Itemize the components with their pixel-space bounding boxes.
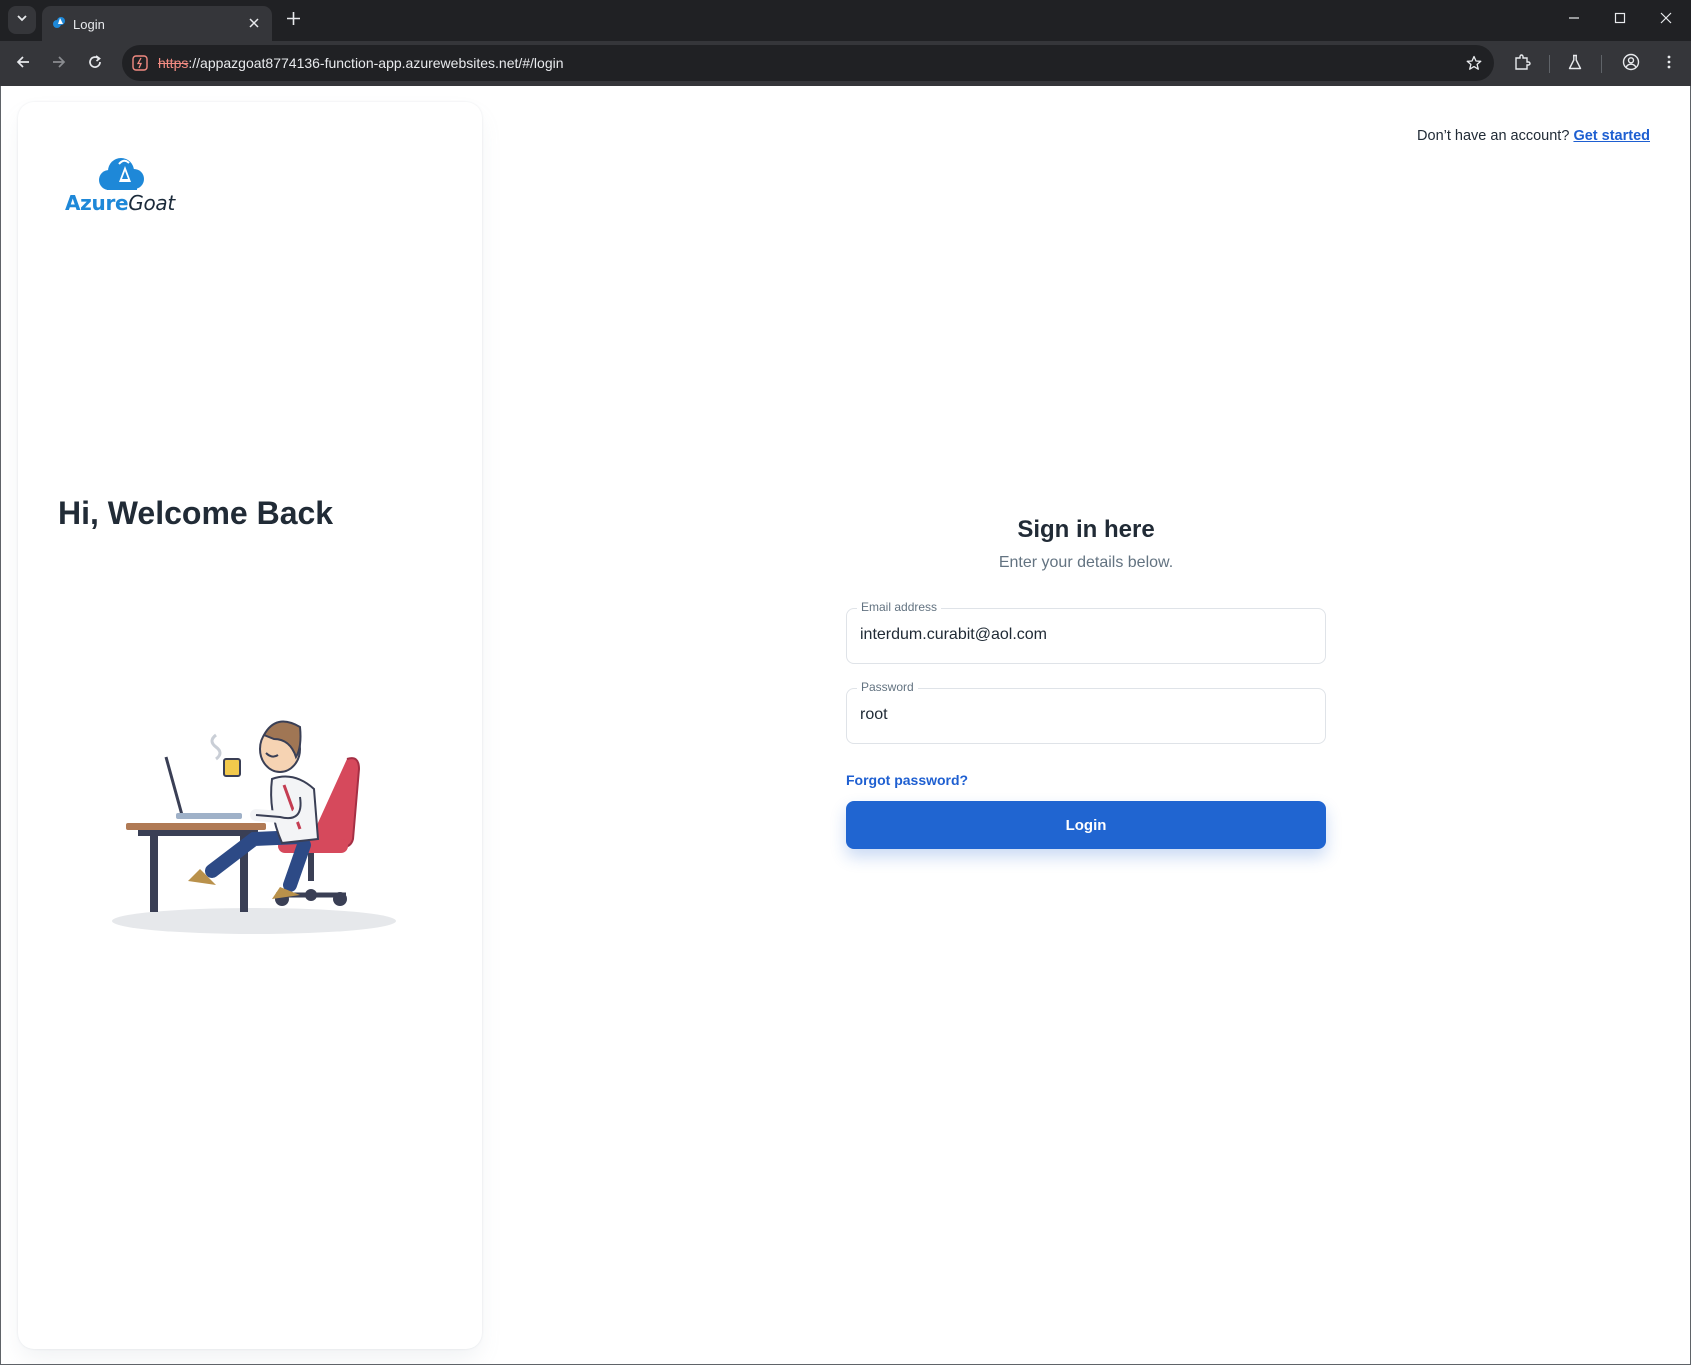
forgot-password-link[interactable]: Forgot password?	[846, 772, 968, 788]
maximize-icon	[1614, 11, 1626, 29]
browser-tab[interactable]: Login	[42, 6, 272, 41]
azuregoat-cloud-icon	[99, 158, 144, 190]
azuregoat-favicon-icon	[52, 15, 66, 34]
url-scheme: https	[158, 55, 189, 71]
toolbar-divider	[1601, 55, 1602, 73]
bookmark-star-icon[interactable]	[1464, 53, 1484, 73]
welcome-side-card: AzureGoat Hi, Welcome Back	[18, 102, 482, 1349]
logo-wordmark-goat: Goat	[128, 191, 175, 215]
close-icon	[1660, 11, 1672, 29]
browser-tab-strip: Login	[0, 0, 1691, 41]
close-window-button[interactable]	[1643, 0, 1689, 40]
extensions-button[interactable]	[1509, 51, 1535, 77]
back-button[interactable]	[9, 50, 37, 78]
tab-title: Login	[73, 17, 105, 32]
signup-prompt: Don’t have an account? Get started	[1417, 128, 1650, 144]
url-path: ://appazgoat8774136-function-app.azurewe…	[188, 55, 564, 71]
toolbar-divider	[1549, 55, 1550, 73]
url-text: https://appazgoat8774136-function-app.az…	[158, 55, 564, 71]
puzzle-icon	[1513, 53, 1531, 76]
reload-icon	[87, 54, 103, 75]
logo-wordmark-azure: Azure	[65, 191, 129, 215]
window-border-left	[0, 86, 1, 1365]
login-button[interactable]: Login	[846, 801, 1326, 849]
signup-prompt-text: Don’t have an account?	[1417, 128, 1570, 144]
labs-button[interactable]	[1562, 51, 1588, 77]
password-field-label: Password	[857, 680, 918, 694]
email-field-label: Email address	[857, 600, 942, 614]
form-subtitle: Enter your details below.	[998, 554, 1174, 571]
email-field[interactable]: Email address interdum.curabit@aol.com	[846, 600, 1326, 664]
close-tab-icon[interactable]	[244, 13, 264, 33]
forward-button[interactable]	[45, 50, 73, 78]
form-title: Sign in here	[1017, 516, 1155, 543]
password-field-value[interactable]: root	[860, 706, 888, 724]
more-vertical-icon	[1661, 54, 1677, 75]
welcome-heading: Hi, Welcome Back	[58, 495, 334, 531]
man-at-desk-illustration	[112, 720, 396, 934]
browser-menu-button[interactable]	[1656, 51, 1682, 77]
minimize-window-button[interactable]	[1551, 0, 1597, 40]
tab-search-button[interactable]	[8, 6, 36, 34]
new-tab-button[interactable]	[280, 8, 306, 34]
minimize-icon	[1568, 11, 1580, 29]
login-form: Sign in here Enter your details below. E…	[846, 516, 1326, 849]
page-viewport: AzureGoat Hi, Welcome Back Don’t have an…	[1, 86, 1690, 1364]
get-started-link[interactable]: Get started	[1573, 128, 1650, 144]
logo-wordmark: AzureGoat	[65, 191, 175, 215]
not-secure-icon[interactable]	[131, 54, 149, 72]
password-field[interactable]: Password root	[846, 680, 1326, 744]
chevron-down-icon	[16, 11, 28, 29]
plus-icon	[286, 12, 300, 30]
reload-button[interactable]	[81, 50, 109, 78]
email-field-value[interactable]: interdum.curabit@aol.com	[860, 626, 1047, 644]
flask-icon	[1567, 54, 1583, 75]
arrow-right-icon	[51, 54, 67, 75]
account-circle-icon	[1622, 53, 1640, 76]
maximize-window-button[interactable]	[1597, 0, 1643, 40]
azuregoat-logo[interactable]: AzureGoat	[65, 154, 185, 218]
profile-button[interactable]	[1618, 51, 1644, 77]
arrow-left-icon	[15, 54, 31, 75]
address-bar[interactable]: https://appazgoat8774136-function-app.az…	[122, 45, 1494, 81]
browser-toolbar: https://appazgoat8774136-function-app.az…	[0, 41, 1691, 86]
